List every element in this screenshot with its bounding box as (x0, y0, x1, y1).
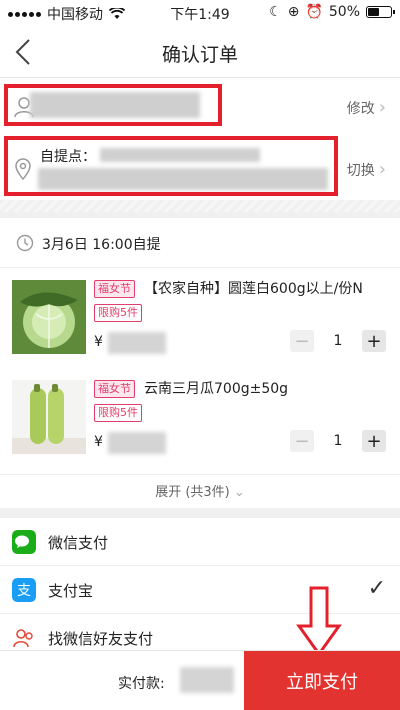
battery-percent: 50% (328, 4, 360, 20)
payment-label: 找微信好友支付 (48, 630, 154, 648)
pickup-row[interactable]: 自提点： 切换 › (0, 136, 400, 198)
amount-label: 实付款: (118, 676, 165, 692)
bottom-bar: 实付款: 立即支付 (0, 650, 400, 710)
clock-icon (16, 234, 34, 252)
wechat-pay-icon (12, 530, 36, 554)
limit-tag: 限购5件 (94, 404, 142, 422)
price-symbol: ¥ (94, 434, 103, 450)
minus-button[interactable]: − (290, 430, 314, 452)
product-name: 云南三月瓜700g±50g (144, 381, 289, 397)
check-icon: ✓ (367, 576, 386, 601)
page-title: 确认订单 (161, 44, 238, 66)
festival-tag: 福女节 (94, 380, 135, 398)
quantity-stepper: − 1 + (290, 330, 386, 352)
pay-now-button[interactable]: 立即支付 (244, 651, 400, 710)
svg-text:支: 支 (17, 583, 31, 599)
price-symbol: ¥ (94, 334, 103, 350)
payment-option-wechat[interactable]: 微信支付 (0, 518, 400, 566)
expand-label: 展开 (共3件) (155, 485, 230, 500)
address-section: 修改 › 自提点： 切换 › (0, 78, 400, 200)
expand-items-button[interactable]: 展开 (共3件) ⌄ (0, 474, 400, 508)
alipay-icon: 支 (12, 578, 36, 602)
delivery-time: 3月6日 16:00自提 (42, 237, 161, 253)
chevron-down-icon: ⌄ (233, 485, 245, 500)
list-item: 福女节 【农家自种】圆莲白600g以上/份N 限购5件 ¥ − 1 + (0, 276, 400, 376)
chevron-right-icon: › (378, 159, 386, 180)
redacted-price (108, 432, 166, 454)
list-item: 福女节 云南三月瓜700g±50g 限购5件 ¥ − 1 + (0, 376, 400, 476)
battery-icon (366, 6, 395, 18)
festival-tag: 福女节 (94, 280, 135, 298)
nav-bar: 确认订单 (0, 26, 400, 78)
quantity-value: 1 (333, 333, 343, 349)
annotation-arrow-icon (296, 586, 342, 656)
payment-label: 支付宝 (48, 582, 94, 600)
friends-pay-icon (13, 629, 33, 648)
limit-tag: 限购5件 (94, 304, 142, 322)
order-section: 3月6日 16:00自提 福女节 【农家自种】圆莲白600g以上/份N 限购5件… (0, 218, 400, 508)
plus-button[interactable]: + (362, 430, 386, 452)
highlight-box (4, 84, 222, 126)
modify-label: 修改 (346, 101, 375, 117)
contact-row[interactable]: 修改 › (0, 82, 400, 132)
plus-button[interactable]: + (362, 330, 386, 352)
redacted-price (108, 332, 166, 354)
payment-label: 微信支付 (48, 534, 109, 552)
switch-label: 切换 (346, 163, 375, 179)
modify-contact-button[interactable]: 修改 › (347, 98, 386, 118)
highlight-box (4, 136, 338, 196)
quantity-value: 1 (333, 433, 343, 449)
rotation-lock-icon: ⊕ (287, 4, 300, 20)
section-divider (0, 200, 400, 212)
zucchini-image (12, 380, 86, 454)
quantity-stepper: − 1 + (290, 430, 386, 452)
minus-button[interactable]: − (290, 330, 314, 352)
redacted-amount (180, 667, 234, 693)
chevron-right-icon: › (378, 97, 386, 118)
switch-pickup-button[interactable]: 切换 › (347, 160, 386, 180)
pay-now-label: 立即支付 (286, 672, 358, 693)
alarm-icon: ⏰ (305, 4, 323, 20)
cabbage-image (12, 280, 86, 354)
product-name: 【农家自种】圆莲白600g以上/份N (144, 281, 363, 297)
status-bar: 中国移动 下午1:49 ☾ ⊕ ⏰ 50% (0, 0, 400, 26)
moon-icon: ☾ (269, 4, 282, 20)
delivery-time-row: 3月6日 16:00自提 (0, 218, 400, 268)
